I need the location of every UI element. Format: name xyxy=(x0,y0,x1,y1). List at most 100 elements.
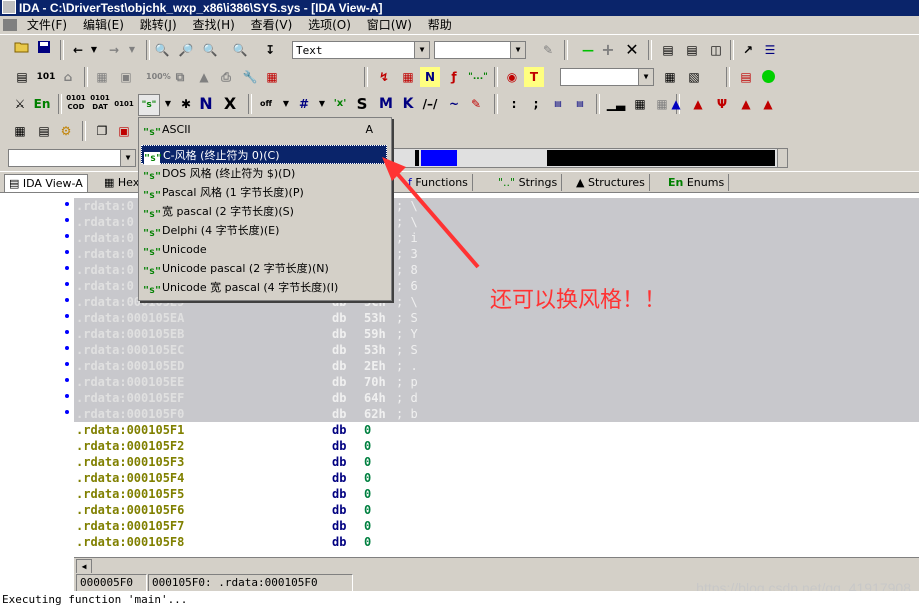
listing-row[interactable]: .rdata:000105EC db 53h ; S xyxy=(74,342,919,358)
picture-icon[interactable]: ▣ xyxy=(116,67,136,87)
pencil-icon[interactable]: ✎ xyxy=(466,94,486,114)
stack-var-icon[interactable]: K xyxy=(398,94,418,114)
address-combo[interactable]: ▼ xyxy=(8,149,136,167)
window-menu-icon[interactable] xyxy=(3,19,17,31)
export-icon[interactable]: ▦ xyxy=(398,67,418,87)
dropdown-item-pascal[interactable]: "s"Pascal 风格 (1 字节长度)(P) xyxy=(141,183,387,202)
tree-red3-icon[interactable]: ▲ xyxy=(758,94,778,114)
undefine-icon[interactable]: X xyxy=(220,94,240,114)
binoculars-icon[interactable]: 🔍 xyxy=(152,40,172,60)
script-icon[interactable]: ▤ xyxy=(34,121,54,141)
close-icon[interactable]: ✕ xyxy=(622,40,642,60)
listing-row[interactable]: .rdata:000105F6 db 0 xyxy=(74,502,919,518)
listing-row[interactable]: .rdata:000105F2 db 0 xyxy=(74,438,919,454)
tree-red-icon[interactable]: ▲ xyxy=(688,94,708,114)
data-icon[interactable]: 0101 DAT xyxy=(90,94,110,114)
binoculars-text-icon[interactable]: 🔍 xyxy=(200,40,220,60)
listing-row[interactable]: .rdata:000105F4 db 0 xyxy=(74,470,919,486)
dropdown-item-unicode-wide-pascal[interactable]: "s"Unicode 宽 pascal (4 字节长度)(I) xyxy=(141,278,387,297)
listing-row[interactable]: .rdata:000105EE db 70h ; p xyxy=(74,374,919,390)
name-icon[interactable]: N xyxy=(196,94,216,114)
segment-icon[interactable]: S xyxy=(352,94,372,114)
dropdown-item-unicode-pascal[interactable]: "s"Unicode pascal (2 字节长度)(N) xyxy=(141,259,387,278)
save-icon[interactable] xyxy=(34,40,54,60)
menu-help[interactable]: 帮助 xyxy=(428,18,452,32)
gear-icon[interactable]: ⚙ xyxy=(56,121,76,141)
listing-row[interactable]: .rdata:000105F7 db 0 xyxy=(74,518,919,534)
listing-row[interactable]: .rdata:000105EB db 59h ; Y xyxy=(74,326,919,342)
import-icon[interactable]: ↯ xyxy=(374,67,394,87)
scroll-left-button[interactable]: ◀ xyxy=(76,559,92,574)
tab-strings[interactable]: ".." Strings xyxy=(494,174,563,191)
offset-icon[interactable]: off xyxy=(256,94,276,114)
psi-icon[interactable]: Ψ xyxy=(712,94,732,114)
tree-red2-icon[interactable]: ▲ xyxy=(736,94,756,114)
menu-options[interactable]: 选项(O) xyxy=(308,18,351,32)
dropdown-item-dos-style[interactable]: "s"DOS 风格 (终止符为 $)(D) xyxy=(141,164,387,183)
enum-icon[interactable]: En xyxy=(32,94,52,114)
copy-icon[interactable]: ❐ xyxy=(92,121,112,141)
horizontal-scrollbar[interactable]: ◀ xyxy=(74,557,919,574)
output-window[interactable]: Executing function 'main'... xyxy=(0,591,919,609)
flag2-icon[interactable]: ▤ xyxy=(570,94,590,114)
home-icon[interactable]: ⌂ xyxy=(58,67,78,87)
chevron-down-icon[interactable]: ▼ xyxy=(158,94,178,114)
delete-grid-icon[interactable]: ▧ xyxy=(684,67,704,87)
hash-icon[interactable]: # xyxy=(294,94,314,114)
listing-row[interactable]: .rdata:000105F3 db 0 xyxy=(74,454,919,470)
chevron-down-icon[interactable]: ▼ xyxy=(122,40,142,60)
minus-icon[interactable]: — xyxy=(578,40,598,60)
document-icon[interactable]: ▤ xyxy=(12,67,32,87)
chevron-down-icon[interactable]: ▼ xyxy=(84,40,104,60)
listing-row[interactable]: .rdata:000105F5 db 0 xyxy=(74,486,919,502)
flag-icon[interactable]: ▤ xyxy=(548,94,568,114)
secondary-combo[interactable]: ▼ xyxy=(434,41,526,59)
listing-row[interactable]: .rdata:000105F1 db 0 xyxy=(74,422,919,438)
forward-arrow-icon[interactable]: → xyxy=(104,40,124,60)
calc-icon[interactable]: ▦ xyxy=(92,67,112,87)
dropdown-item-wide-pascal[interactable]: "s"宽 pascal (2 字节长度)(S) xyxy=(141,202,387,221)
dropdown-item-delphi[interactable]: "s"Delphi (4 字节长度)(E) xyxy=(141,221,387,240)
window-title-bar[interactable]: IDA - C:\DriverTest\objchk_wxp_x86\i386\… xyxy=(0,0,919,16)
binoculars-next-icon[interactable]: 🔎 xyxy=(176,40,196,60)
grid-icon[interactable]: ▦ xyxy=(660,67,680,87)
listing-row[interactable]: .rdata:000105ED db 2Eh ; . xyxy=(74,358,919,374)
listing-row[interactable]: .rdata:000105F8 db 0 xyxy=(74,534,919,550)
chevron-down-icon[interactable]: ▼ xyxy=(312,94,332,114)
string-icon[interactable]: "s" xyxy=(138,94,160,116)
bitwise-not-icon[interactable]: ~ xyxy=(444,94,464,114)
code-icon[interactable]: 0101 COD xyxy=(66,94,86,114)
percent-icon[interactable]: 100% xyxy=(146,67,171,87)
nav-scroll-button[interactable] xyxy=(777,149,787,167)
listing-row[interactable]: .rdata:000105F0 db 62h ; b xyxy=(74,406,919,422)
notepad-icon[interactable]: ▤ xyxy=(736,67,756,87)
names-icon[interactable]: N xyxy=(420,67,440,87)
color-grid-icon[interactable]: ▦ xyxy=(262,67,282,87)
hex-icon[interactable]: 101 xyxy=(36,67,56,87)
chevron-down-icon[interactable]: ▼ xyxy=(276,94,296,114)
manual-icon[interactable]: M xyxy=(376,94,396,114)
segments-icon[interactable]: ◉ xyxy=(502,67,522,87)
pen-icon[interactable]: ✎ xyxy=(538,40,558,60)
tree-icon[interactable]: ▲ xyxy=(194,67,214,87)
tile-horizontal-icon[interactable]: ▤ xyxy=(682,40,702,60)
dropdown-item-ascii[interactable]: "s"ASCII A xyxy=(141,120,387,139)
negate-icon[interactable]: /–/ xyxy=(420,94,440,114)
dropdown-item-c-style[interactable]: "s"C-风格 (终止符为 0)(C) xyxy=(141,145,387,165)
structure-var-icon[interactable]: ▦ xyxy=(630,94,650,114)
calculator-icon[interactable]: ▦ xyxy=(10,121,30,141)
functions-icon[interactable]: ƒ xyxy=(444,67,464,87)
processor-combo[interactable]: ▼ xyxy=(560,68,654,86)
tree-blue-icon[interactable]: ▲ xyxy=(666,94,686,114)
snapshot-icon[interactable]: ▣ xyxy=(114,121,134,141)
tile-vertical-icon[interactable]: ◫ xyxy=(706,40,726,60)
dropdown-item-unicode[interactable]: "s"Unicode xyxy=(141,240,387,259)
menu-view[interactable]: 查看(V) xyxy=(251,18,293,32)
list-icon[interactable]: ☰ xyxy=(760,40,780,60)
bar-chart-icon[interactable]: ▁▃ xyxy=(606,94,626,114)
listing-row[interactable]: .rdata:000105EF db 64h ; d xyxy=(74,390,919,406)
status-green-icon[interactable] xyxy=(758,67,778,87)
menu-file[interactable]: 文件(F) xyxy=(27,18,67,32)
char-icon[interactable]: 'x' xyxy=(330,94,350,114)
tab-structures[interactable]: ▲ Structures xyxy=(572,174,650,191)
